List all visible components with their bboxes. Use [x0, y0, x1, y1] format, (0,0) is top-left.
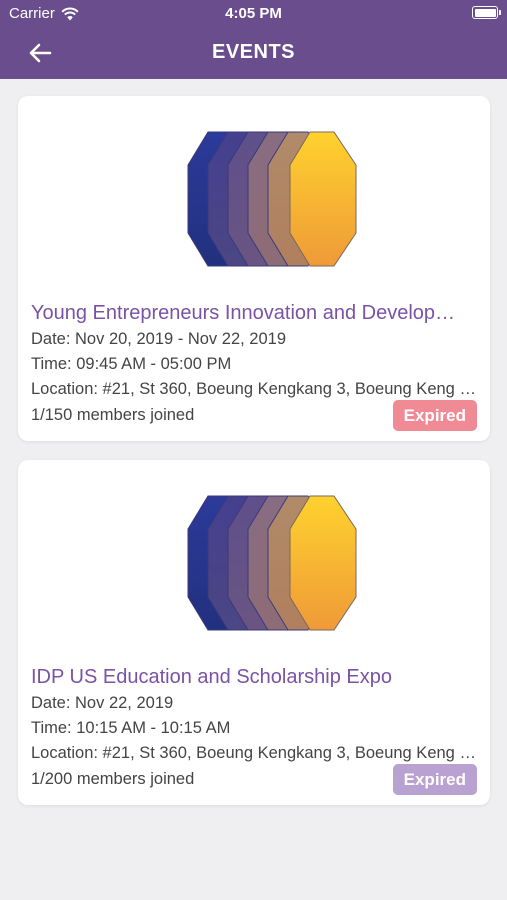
event-card[interactable]: Young Entrepreneurs Innovation and Devel…	[18, 96, 490, 441]
event-location: Location: #21, St 360, Boeung Kengkang 3…	[31, 380, 479, 398]
back-arrow-icon	[29, 43, 52, 63]
nav-bar: EVENTS	[0, 30, 507, 76]
members-joined: 1/150 members joined	[31, 406, 195, 424]
event-date: Date: Nov 22, 2019	[31, 694, 174, 712]
event-logo-icon	[187, 495, 357, 631]
battery-icon	[472, 6, 501, 19]
back-button[interactable]	[24, 36, 58, 70]
status-bar: Carrier 4:05 PM	[0, 0, 507, 26]
event-logo-icon	[187, 131, 357, 267]
page-title: EVENTS	[211, 41, 296, 63]
event-card[interactable]: IDP US Education and Scholarship Expo Da…	[18, 460, 490, 805]
event-location: Location: #21, St 360, Boeung Kengkang 3…	[31, 744, 479, 762]
event-date: Date: Nov 20, 2019 - Nov 22, 2019	[31, 330, 286, 348]
event-time: Time: 09:45 AM - 05:00 PM	[31, 355, 232, 373]
event-time: Time: 10:15 AM - 10:15 AM	[31, 719, 231, 737]
status-time: 4:05 PM	[225, 5, 282, 22]
status-badge: Expired	[392, 764, 477, 795]
event-title[interactable]: Young Entrepreneurs Innovation and Devel…	[31, 302, 471, 325]
members-joined: 1/200 members joined	[31, 770, 195, 788]
top-bar: Carrier 4:05 PM EVENTS	[0, 0, 507, 79]
status-badge: Expired	[392, 400, 477, 431]
event-title[interactable]: IDP US Education and Scholarship Expo	[31, 666, 471, 689]
